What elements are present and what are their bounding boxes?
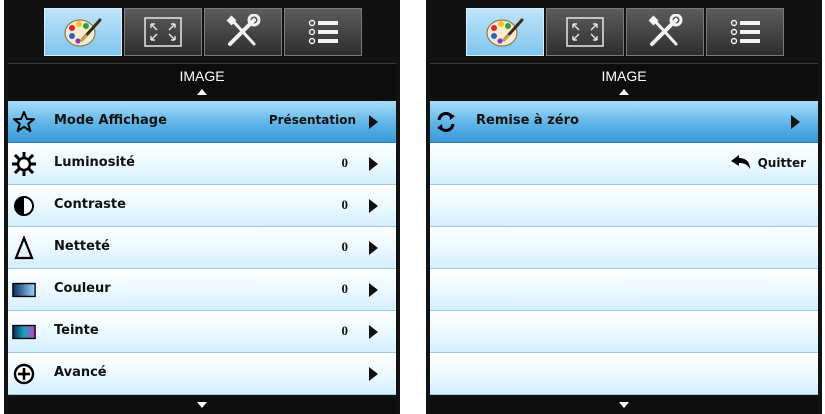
list-icon <box>730 19 760 45</box>
quit-label: Quitter <box>757 156 806 170</box>
scroll-up-icon[interactable] <box>619 89 629 95</box>
menu-item-value: Présentation <box>268 113 356 127</box>
empty-row <box>430 269 818 311</box>
chevron-right-icon <box>369 199 378 213</box>
chevron-right-icon <box>369 325 378 339</box>
scroll-up-icon[interactable] <box>197 89 207 95</box>
menu-title-bar: IMAGE <box>430 63 818 101</box>
tab-bar <box>426 6 822 58</box>
tab-image[interactable] <box>44 8 122 56</box>
tools-icon <box>226 14 261 46</box>
menu-title: IMAGE <box>179 68 225 84</box>
menu-item-sharpness[interactable]: Netteté 0 <box>8 227 396 269</box>
menu-footer-bar <box>430 398 818 414</box>
menu-item-label: Contraste <box>54 197 126 212</box>
quit-button[interactable]: Quitter <box>730 154 806 172</box>
fullscreen-icon <box>144 17 182 47</box>
menu-item-quit[interactable]: Quitter <box>430 143 818 185</box>
chevron-right-icon <box>369 157 378 171</box>
right-osd-panel: IMAGE Remise à zéro Quitter <box>426 0 822 414</box>
menu-list: Remise à zéro Quitter <box>430 101 818 395</box>
menu-item-reset[interactable]: Remise à zéro <box>430 101 818 143</box>
star-icon <box>12 110 36 134</box>
scroll-down-icon[interactable] <box>197 402 207 408</box>
menu-item-display-mode[interactable]: Mode Affichage Présentation <box>8 101 396 143</box>
tab-options[interactable] <box>284 8 362 56</box>
tab-setup[interactable] <box>626 8 704 56</box>
chevron-right-icon <box>369 367 378 381</box>
menu-item-label: Couleur <box>54 281 111 296</box>
menu-footer-bar <box>8 398 396 414</box>
menu-item-color[interactable]: Couleur 0 <box>8 269 396 311</box>
chevron-right-icon <box>369 115 378 129</box>
menu-item-brightness[interactable]: Luminosité 0 <box>8 143 396 185</box>
contrast-icon <box>12 194 36 218</box>
chevron-right-icon <box>369 241 378 255</box>
menu-item-value: 0 <box>341 155 349 170</box>
menu-item-label: Mode Affichage <box>54 113 167 128</box>
back-arrow-icon <box>730 155 750 169</box>
tab-display[interactable] <box>124 8 202 56</box>
empty-row <box>430 311 818 353</box>
menu-item-value: 0 <box>341 197 349 212</box>
tab-bar <box>4 6 400 58</box>
menu-item-contrast[interactable]: Contraste 0 <box>8 185 396 227</box>
menu-list: Mode Affichage Présentation Luminosité 0 <box>8 101 396 395</box>
advanced-plus-icon <box>12 362 36 386</box>
menu-item-tint[interactable]: Teinte 0 <box>8 311 396 353</box>
menu-item-label: Avancé <box>54 365 107 380</box>
palette-icon <box>486 18 524 47</box>
menu-item-advanced[interactable]: Avancé <box>8 353 396 395</box>
tint-icon <box>12 320 36 344</box>
brightness-icon <box>12 152 36 176</box>
menu-title: IMAGE <box>601 68 647 84</box>
sharpness-icon <box>12 236 36 260</box>
palette-icon <box>64 18 102 47</box>
tools-icon <box>648 14 683 46</box>
fullscreen-icon <box>566 17 604 47</box>
list-icon <box>308 19 338 45</box>
scroll-down-icon[interactable] <box>619 402 629 408</box>
tab-image[interactable] <box>466 8 544 56</box>
tab-options[interactable] <box>706 8 784 56</box>
menu-item-value: 0 <box>341 323 349 338</box>
tab-setup[interactable] <box>204 8 282 56</box>
reset-icon <box>434 110 458 134</box>
menu-item-label: Luminosité <box>54 155 135 170</box>
menu-item-label: Netteté <box>54 239 110 254</box>
tab-display[interactable] <box>546 8 624 56</box>
empty-row <box>430 185 818 227</box>
menu-item-value: 0 <box>341 239 349 254</box>
menu-item-value: 0 <box>341 281 349 296</box>
empty-row <box>430 227 818 269</box>
chevron-right-icon <box>369 283 378 297</box>
empty-row <box>430 353 818 395</box>
color-icon <box>12 278 36 302</box>
menu-item-label: Remise à zéro <box>476 113 579 128</box>
menu-item-label: Teinte <box>54 323 99 338</box>
menu-title-bar: IMAGE <box>8 63 396 101</box>
left-osd-panel: IMAGE Mode Affichage Présentation Lumino… <box>4 0 400 414</box>
chevron-right-icon <box>791 115 800 129</box>
